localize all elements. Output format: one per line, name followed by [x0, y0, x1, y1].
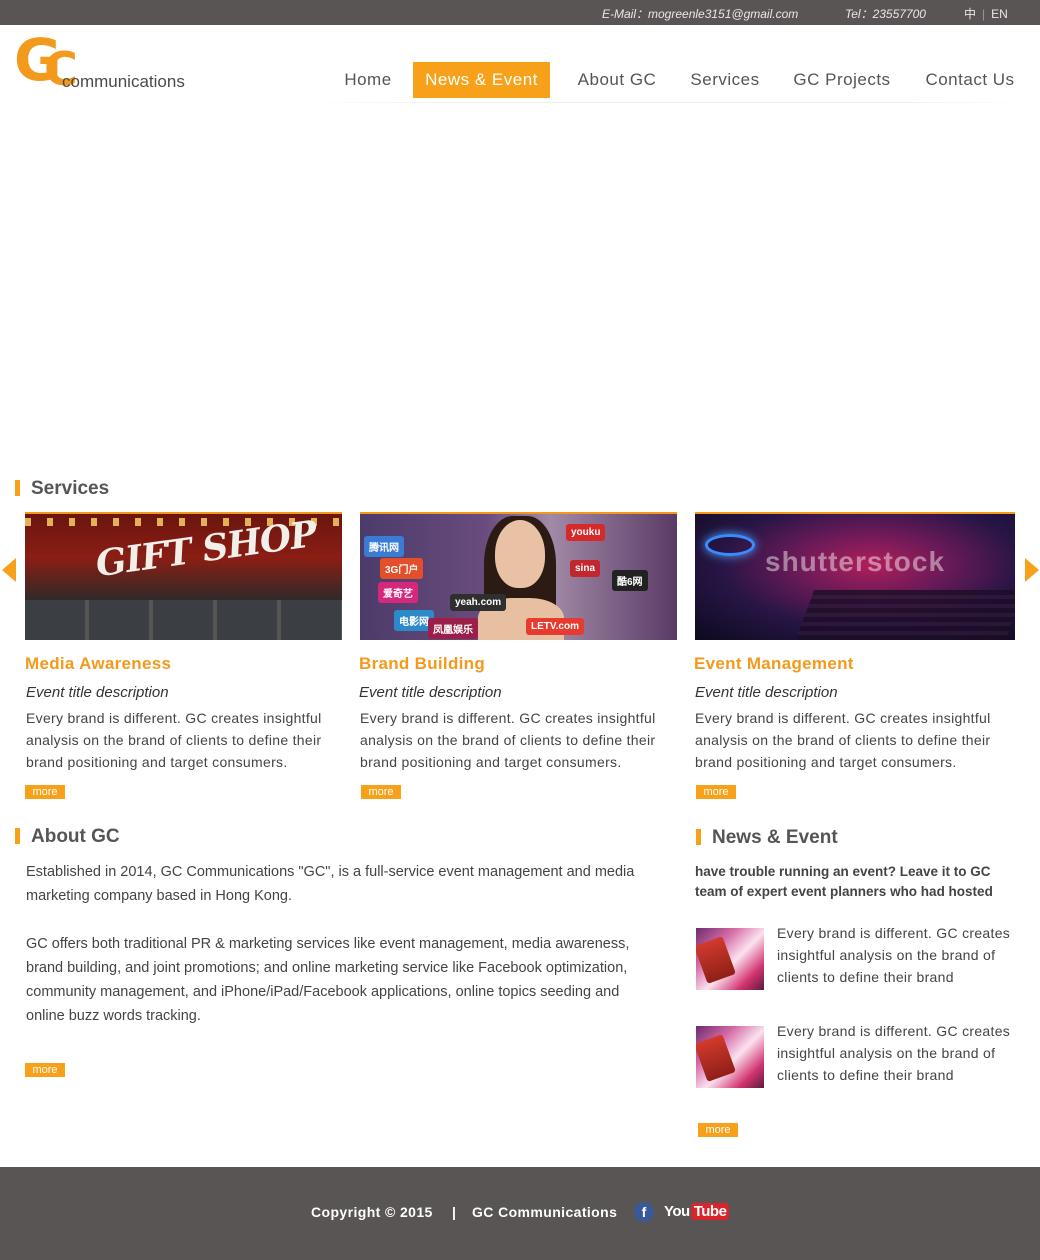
mic-label: 凤凰娱乐	[428, 618, 478, 639]
media-awareness-text: Every brand is different. GC creates ins…	[26, 710, 322, 770]
lang-en-link[interactable]: EN	[991, 7, 1008, 21]
youtube-icon[interactable]: You Tube	[664, 1203, 730, 1223]
brand-building-title[interactable]: Brand Building	[359, 654, 485, 674]
event-management-more-button[interactable]: more	[696, 785, 736, 799]
services-section-title: Services	[15, 478, 109, 500]
mic-label: 爱奇艺	[378, 582, 418, 603]
media-awareness-image[interactable]: GIFT SHOP	[25, 512, 342, 640]
mic-label: 腾讯网	[364, 536, 404, 557]
brand-building-image[interactable]: 腾讯网 3G门户 youku 爱奇艺 sina 酷6网 yeah.com 电影网…	[360, 512, 677, 640]
mic-label: LETV.com	[526, 618, 584, 635]
venue-seats	[795, 590, 1015, 640]
carousel-prev-arrow-icon[interactable]	[2, 558, 16, 582]
news-thumbnail[interactable]	[696, 1026, 764, 1088]
media-awareness-more-button[interactable]: more	[25, 785, 65, 799]
brand-building-more-button[interactable]: more	[361, 785, 401, 799]
event-management-title[interactable]: Event Management	[694, 654, 854, 674]
event-management-text: Every brand is different. GC creates ins…	[695, 710, 991, 770]
news-item-text[interactable]: Every brand is different. GC creates ins…	[777, 922, 1017, 988]
contact-email[interactable]: E-Mail：mogreenle3151@gmail.com	[602, 5, 798, 22]
news-item-text[interactable]: Every brand is different. GC creates ins…	[777, 1020, 1017, 1086]
gc-logo[interactable]: G C communications	[14, 26, 186, 102]
facebook-icon[interactable]: f	[634, 1202, 654, 1222]
about-more-button[interactable]: more	[25, 1063, 65, 1077]
copyright-text: Copyright © 2015	[311, 1204, 433, 1220]
nav-home[interactable]: Home	[336, 62, 400, 98]
about-paragraph-1: Established in 2014, GC Communications "…	[26, 864, 635, 904]
about-section-title: About GC	[15, 826, 120, 848]
mic-label: 3G门户	[380, 558, 424, 579]
logo-wordmark: communications	[62, 72, 185, 91]
mic-label: 酷6网	[612, 570, 648, 591]
top-bar: E-Mail：mogreenle3151@gmail.com Tel：23557…	[0, 0, 1040, 25]
photo-face	[495, 520, 545, 588]
brand-building-text: Every brand is different. GC creates ins…	[360, 710, 656, 770]
nav-divider	[310, 102, 1030, 103]
media-awareness-subtitle: Event title description	[26, 684, 169, 701]
stage-light	[705, 534, 755, 556]
news-intro: have trouble running an event? Leave it …	[695, 864, 993, 899]
event-management-image[interactable]: shutterstock	[695, 512, 1015, 640]
nav-about-gc[interactable]: About GC	[570, 62, 664, 98]
nav-services[interactable]: Services	[684, 62, 766, 98]
news-thumbnail[interactable]	[696, 928, 764, 990]
youtube-you-text: You	[664, 1203, 690, 1220]
carousel-next-arrow-icon[interactable]	[1025, 558, 1039, 582]
news-more-button[interactable]: more	[698, 1123, 738, 1137]
lang-zh-link[interactable]: 中	[964, 7, 976, 21]
about-paragraph-2: GC offers both traditional PR & marketin…	[26, 936, 630, 1024]
image-watermark: shutterstock	[765, 546, 946, 577]
nav-news-event[interactable]: News & Event	[413, 62, 550, 98]
media-awareness-title[interactable]: Media Awareness	[25, 654, 171, 674]
language-switcher: 中 | EN	[964, 5, 1008, 22]
contact-phone: Tel：23557700	[845, 7, 926, 21]
brand-building-subtitle: Event title description	[359, 684, 502, 701]
nav-gc-projects[interactable]: GC Projects	[786, 62, 898, 98]
youtube-tube-text: Tube	[690, 1203, 730, 1220]
mic-label: youku	[566, 524, 606, 541]
event-management-subtitle: Event title description	[695, 684, 838, 701]
news-section-title: News & Event	[696, 827, 838, 849]
footer: Copyright © 2015 | GC Communications	[0, 1167, 1040, 1260]
footer-company-name: GC Communications	[472, 1204, 618, 1220]
mic-label: sina	[570, 560, 601, 577]
lang-divider: |	[982, 7, 986, 21]
shop-windows	[25, 600, 342, 640]
mic-label: yeah.com	[450, 594, 507, 611]
nav-contact-us[interactable]: Contact Us	[918, 62, 1022, 98]
footer-separator: |	[452, 1204, 456, 1220]
